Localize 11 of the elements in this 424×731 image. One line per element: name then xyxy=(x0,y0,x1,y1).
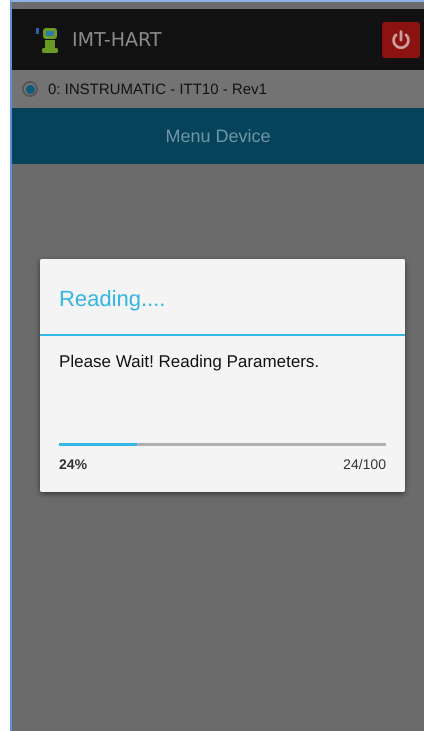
dialog-title: Reading.... xyxy=(40,259,405,336)
dialog-message: Please Wait! Reading Parameters. xyxy=(59,352,320,371)
device-label: 0: INSTRUMATIC - ITT10 - Rev1 xyxy=(48,80,267,98)
progress-percent: 24% xyxy=(59,456,88,472)
progress-count: 24/100 xyxy=(343,456,386,472)
app-title: IMT-HART xyxy=(72,28,162,50)
radio-button[interactable] xyxy=(22,81,38,97)
power-button[interactable] xyxy=(382,22,420,58)
power-icon xyxy=(390,28,412,50)
menu-title: Menu Device xyxy=(165,126,271,146)
device-row[interactable]: 0: INSTRUMATIC - ITT10 - Rev1 xyxy=(12,70,424,108)
